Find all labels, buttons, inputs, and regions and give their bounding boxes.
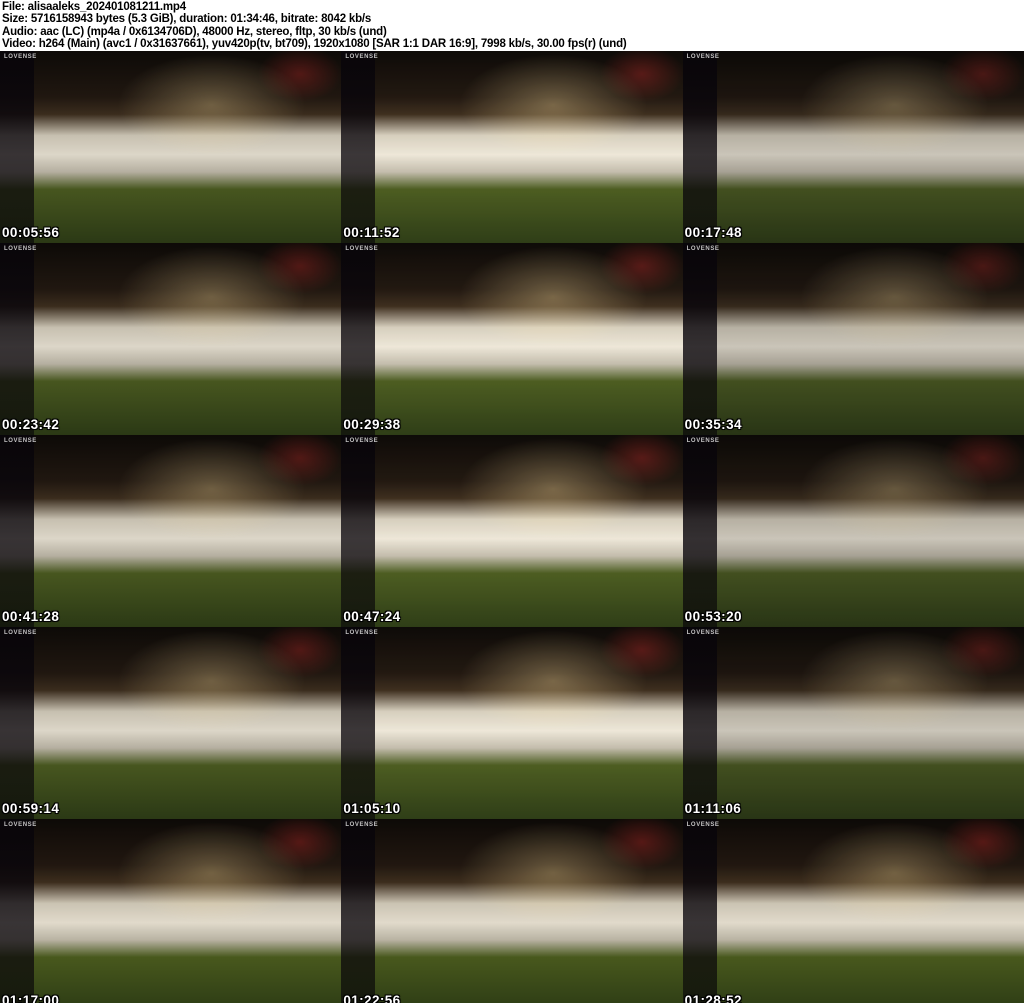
chat-overlay-strip xyxy=(683,819,717,1003)
thumbnail-image-placeholder xyxy=(683,51,1024,243)
lovense-watermark: LOVENSE xyxy=(4,822,37,828)
file-size-line: Size: 5716158943 bytes (5.3 GiB), durati… xyxy=(2,13,1024,25)
thumbnail-image-placeholder xyxy=(0,627,341,819)
lovense-watermark: LOVENSE xyxy=(345,630,378,636)
timestamp-label: 00:53:20 xyxy=(685,609,742,624)
thumbnail-image-placeholder xyxy=(683,243,1024,435)
video-thumbnail: LOVENSE 00:59:14 xyxy=(0,627,341,819)
timestamp-label: 01:17:00 xyxy=(2,993,59,1003)
chat-overlay-strip xyxy=(341,51,375,243)
lovense-watermark: LOVENSE xyxy=(4,54,37,60)
thumbnail-image-placeholder xyxy=(341,51,682,243)
thumbnail-image-placeholder xyxy=(0,243,341,435)
timestamp-label: 00:23:42 xyxy=(2,417,59,432)
thumbnail-image-placeholder xyxy=(0,435,341,627)
media-info-header: File: alisaaleks_202401081211.mp4 Size: … xyxy=(0,0,1024,51)
video-thumbnail: LOVENSE 01:05:10 xyxy=(341,627,682,819)
timestamp-label: 00:47:24 xyxy=(343,609,400,624)
video-thumbnail: LOVENSE 00:29:38 xyxy=(341,243,682,435)
thumbnail-image-placeholder xyxy=(341,627,682,819)
video-stream-line: Video: h264 (Main) (avc1 / 0x31637661), … xyxy=(2,38,1024,50)
timestamp-label: 00:11:52 xyxy=(343,225,400,240)
lovense-watermark: LOVENSE xyxy=(345,822,378,828)
lovense-watermark: LOVENSE xyxy=(345,438,378,444)
video-thumbnail: LOVENSE 01:22:56 xyxy=(341,819,682,1003)
lovense-watermark: LOVENSE xyxy=(4,438,37,444)
video-thumbnail: LOVENSE 00:47:24 xyxy=(341,435,682,627)
lovense-watermark: LOVENSE xyxy=(345,246,378,252)
audio-stream-line: Audio: aac (LC) (mp4a / 0x6134706D), 480… xyxy=(2,26,1024,38)
chat-overlay-strip xyxy=(683,627,717,819)
video-thumbnail: LOVENSE 00:53:20 xyxy=(683,435,1024,627)
timestamp-label: 01:28:52 xyxy=(685,993,742,1003)
thumbnail-image-placeholder xyxy=(0,819,341,1003)
file-name-line: File: alisaaleks_202401081211.mp4 xyxy=(2,1,1024,13)
video-thumbnail: LOVENSE 01:28:52 xyxy=(683,819,1024,1003)
timestamp-label: 00:29:38 xyxy=(343,417,400,432)
video-thumbnail: LOVENSE 00:11:52 xyxy=(341,51,682,243)
lovense-watermark: LOVENSE xyxy=(687,246,720,252)
chat-overlay-strip xyxy=(0,51,34,243)
timestamp-label: 00:17:48 xyxy=(685,225,742,240)
timestamp-label: 01:11:06 xyxy=(685,801,742,816)
chat-overlay-strip xyxy=(341,435,375,627)
lovense-watermark: LOVENSE xyxy=(687,822,720,828)
chat-overlay-strip xyxy=(341,819,375,1003)
chat-overlay-strip xyxy=(683,435,717,627)
thumbnail-image-placeholder xyxy=(341,243,682,435)
timestamp-label: 01:22:56 xyxy=(343,993,400,1003)
chat-overlay-strip xyxy=(683,51,717,243)
thumbnail-image-placeholder xyxy=(683,627,1024,819)
chat-overlay-strip xyxy=(341,627,375,819)
video-thumbnail: LOVENSE 01:11:06 xyxy=(683,627,1024,819)
lovense-watermark: LOVENSE xyxy=(4,246,37,252)
chat-overlay-strip xyxy=(683,243,717,435)
lovense-watermark: LOVENSE xyxy=(687,630,720,636)
chat-overlay-strip xyxy=(0,243,34,435)
chat-overlay-strip xyxy=(0,435,34,627)
video-thumbnail: LOVENSE 00:41:28 xyxy=(0,435,341,627)
thumbnail-contact-sheet: File: alisaaleks_202401081211.mp4 Size: … xyxy=(0,0,1024,1003)
video-thumbnail: LOVENSE 00:05:56 xyxy=(0,51,341,243)
timestamp-label: 00:05:56 xyxy=(2,225,59,240)
thumbnail-image-placeholder xyxy=(683,435,1024,627)
thumbnail-image-placeholder xyxy=(0,51,341,243)
lovense-watermark: LOVENSE xyxy=(687,54,720,60)
thumbnail-image-placeholder xyxy=(341,435,682,627)
thumbnail-grid: LOVENSE 00:05:56 LOVENSE 00:11:52 LOVENS… xyxy=(0,51,1024,1003)
thumbnail-image-placeholder xyxy=(683,819,1024,1003)
chat-overlay-strip xyxy=(341,243,375,435)
lovense-watermark: LOVENSE xyxy=(345,54,378,60)
lovense-watermark: LOVENSE xyxy=(687,438,720,444)
timestamp-label: 00:59:14 xyxy=(2,801,59,816)
lovense-watermark: LOVENSE xyxy=(4,630,37,636)
timestamp-label: 00:41:28 xyxy=(2,609,59,624)
chat-overlay-strip xyxy=(0,627,34,819)
chat-overlay-strip xyxy=(0,819,34,1003)
video-thumbnail: LOVENSE 01:17:00 xyxy=(0,819,341,1003)
video-thumbnail: LOVENSE 00:35:34 xyxy=(683,243,1024,435)
timestamp-label: 00:35:34 xyxy=(685,417,742,432)
video-thumbnail: LOVENSE 00:23:42 xyxy=(0,243,341,435)
video-thumbnail: LOVENSE 00:17:48 xyxy=(683,51,1024,243)
thumbnail-image-placeholder xyxy=(341,819,682,1003)
timestamp-label: 01:05:10 xyxy=(343,801,400,816)
